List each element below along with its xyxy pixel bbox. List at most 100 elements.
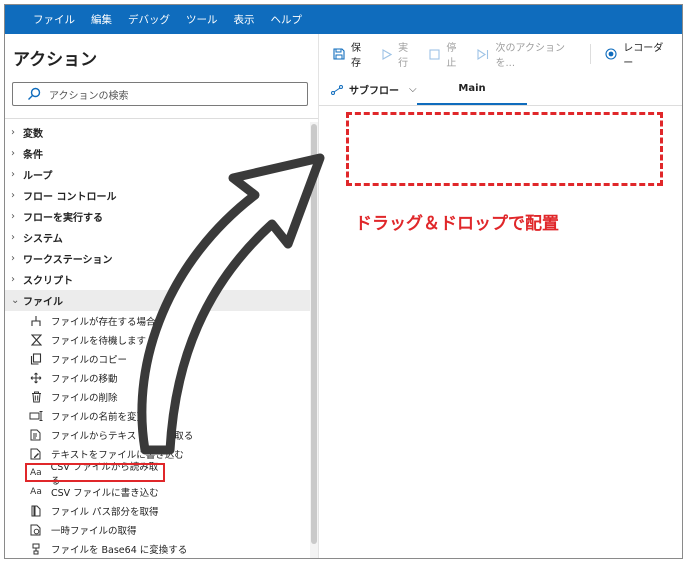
action-get-file-path-part[interactable]: ファイル パス部分を取得 — [5, 501, 310, 520]
action-write-csv-file[interactable]: Aa CSV ファイルに書き込む — [5, 482, 310, 501]
category-label: ループ — [23, 171, 53, 182]
tab-main[interactable]: Main — [417, 74, 527, 105]
chevron-right-icon: › — [11, 253, 15, 264]
write-text-icon — [28, 447, 44, 461]
category-label: スクリプト — [23, 276, 73, 287]
action-label: ファイルのコピー — [51, 354, 128, 366]
action-label: ファイルからテキストを読み取る — [51, 430, 194, 442]
category-label: フロー コントロール — [23, 192, 117, 203]
drag-drop-annotation: ドラッグ＆ドロップで配置 — [355, 214, 559, 234]
category-flow-control[interactable]: › フロー コントロール — [5, 185, 310, 206]
category-label: 変数 — [23, 129, 43, 140]
category-run-flow[interactable]: › フローを実行する — [5, 206, 310, 227]
search-placeholder: アクションの検索 — [49, 90, 129, 102]
play-icon — [382, 48, 393, 60]
category-variables[interactable]: › 変数 — [5, 122, 310, 143]
flow-tabs: サブフロー ⌵ Main — [319, 74, 682, 106]
category-label: システム — [23, 234, 63, 245]
menu-help[interactable]: ヘルプ — [271, 12, 303, 27]
chevron-right-icon: › — [11, 190, 15, 201]
action-read-text-from-file[interactable]: ファイルからテキストを読み取る — [5, 425, 310, 444]
stop-button[interactable]: 停止 — [429, 39, 463, 69]
trash-icon — [28, 390, 44, 404]
action-wait-for-file[interactable]: ファイルを待機します — [5, 330, 310, 349]
action-label: CSV ファイルから読み取る — [50, 461, 159, 487]
subflow-icon — [331, 84, 343, 95]
chevron-right-icon: › — [11, 232, 15, 243]
branch-icon — [28, 314, 44, 328]
menu-bar: ファイル 編集 デバッグ ツール 表示 ヘルプ — [5, 5, 682, 34]
base64-icon — [28, 542, 44, 556]
hourglass-icon — [28, 333, 44, 347]
record-icon — [605, 48, 617, 60]
action-tree: › 変数 › 条件 › ループ › フロー コントロール › フローを実行する › システム… — [5, 122, 310, 558]
recorder-label: レコーダー — [623, 43, 664, 69]
category-label: 条件 — [23, 150, 43, 161]
run-button[interactable]: 実行 — [382, 39, 415, 69]
action-label: ファイルが存在する場合 — [51, 316, 156, 328]
category-label: フローを実行する — [23, 213, 103, 224]
rename-icon — [28, 409, 44, 423]
toolbar-divider — [590, 44, 592, 64]
menu-edit[interactable]: 編集 — [91, 12, 112, 27]
actions-pane: アクション アクションの検索 › 変数 › 条件 › ループ › フロー コントロール … — [5, 34, 318, 558]
action-search-input[interactable]: アクションの検索 — [12, 82, 308, 106]
action-label: ファイルを待機します — [51, 335, 147, 347]
action-label: ファイルの削除 — [51, 392, 118, 404]
menu-debug[interactable]: デバッグ — [128, 12, 170, 27]
scrollbar-thumb[interactable] — [311, 124, 317, 544]
category-workstation[interactable]: › ワークステーション — [5, 248, 310, 269]
category-system[interactable]: › システム — [5, 227, 310, 248]
chevron-right-icon: › — [11, 169, 15, 180]
category-file[interactable]: ⌄ ファイル — [5, 290, 310, 311]
next-action-button[interactable]: 次のアクションを... — [477, 39, 576, 69]
divider — [5, 118, 318, 119]
chevron-right-icon: › — [11, 148, 15, 159]
step-icon — [477, 48, 489, 60]
menu-view[interactable]: 表示 — [234, 12, 255, 27]
drop-target-area[interactable] — [346, 112, 663, 186]
text-aa-icon: Aa — [29, 467, 42, 478]
action-copy-file[interactable]: ファイルのコピー — [5, 349, 310, 368]
action-rename-file[interactable]: ファイルの名前を変更 — [5, 406, 310, 425]
action-get-temp-file[interactable]: 一時ファイルの取得 — [5, 520, 310, 539]
chevron-down-icon: ⌄ — [11, 295, 20, 306]
category-scripting[interactable]: › スクリプト — [5, 269, 310, 290]
save-icon — [333, 48, 345, 60]
actions-scrollbar[interactable] — [310, 122, 318, 558]
temp-file-icon — [28, 523, 44, 537]
subflow-label: サブフロー — [349, 86, 399, 97]
category-label: ファイル — [23, 297, 63, 308]
chevron-right-icon: › — [11, 127, 15, 138]
action-label: ファイルの移動 — [51, 373, 118, 385]
action-label: ファイルの名前を変更 — [51, 411, 147, 423]
save-button[interactable]: 保存 — [333, 39, 368, 69]
chevron-right-icon: › — [11, 211, 15, 222]
action-move-file[interactable]: ファイルの移動 — [5, 368, 310, 387]
actions-pane-title: アクション — [13, 50, 98, 70]
stop-label: 停止 — [446, 43, 457, 69]
stop-icon — [429, 48, 440, 60]
menu-tools[interactable]: ツール — [186, 12, 218, 27]
action-convert-file-to-base64[interactable]: ファイルを Base64 に変換する — [5, 539, 310, 558]
subflow-dropdown[interactable]: サブフロー ⌵ — [319, 74, 417, 105]
action-read-csv-file[interactable]: Aa CSV ファイルから読み取る — [25, 462, 165, 487]
chevron-right-icon: › — [11, 274, 15, 285]
action-label: CSV ファイルに書き込む — [51, 487, 159, 499]
category-label: ワークステーション — [23, 255, 113, 266]
copy-icon — [28, 352, 44, 366]
read-text-icon — [28, 428, 44, 442]
app-window: ファイル 編集 デバッグ ツール 表示 ヘルプ アクション アクションの検索 ›… — [4, 4, 683, 559]
category-loops[interactable]: › ループ — [5, 164, 310, 185]
menu-file[interactable]: ファイル — [33, 12, 75, 27]
action-if-file-exists[interactable]: ファイルが存在する場合 — [5, 311, 310, 330]
save-label: 保存 — [351, 43, 361, 69]
category-conditions[interactable]: › 条件 — [5, 143, 310, 164]
file-path-icon — [28, 504, 44, 518]
run-label: 実行 — [398, 43, 409, 69]
action-label: ファイルを Base64 に変換する — [51, 544, 188, 556]
action-delete-file[interactable]: ファイルの削除 — [5, 387, 310, 406]
search-icon — [28, 87, 41, 100]
text-aa-icon: Aa — [30, 486, 42, 497]
recorder-button[interactable]: レコーダー — [605, 39, 668, 69]
